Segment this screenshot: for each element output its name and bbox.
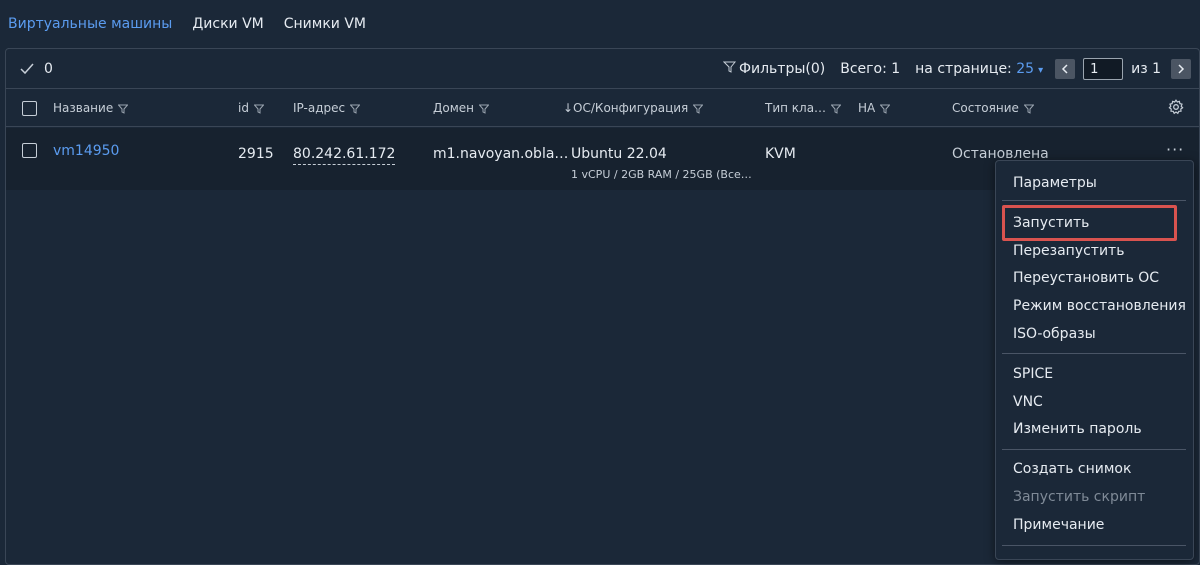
- vm-config: 1 vCPU / 2GB RAM / 25GB (Все…: [571, 168, 752, 181]
- page-number-input[interactable]: [1083, 58, 1124, 80]
- column-state[interactable]: Состояние: [952, 89, 1035, 127]
- vm-type: KVM: [765, 146, 796, 162]
- menu-item-restart[interactable]: Перезапустить: [1013, 243, 1124, 259]
- checkmark-icon: [20, 62, 34, 76]
- menu-item-create-snapshot[interactable]: Создать снимок: [1013, 461, 1131, 477]
- vm-name-link[interactable]: vm14950: [53, 143, 119, 159]
- vm-table-panel: 0 Фильтры(0) Всего: 1 на странице: 25▾ и…: [5, 48, 1200, 565]
- column-os[interactable]: ↓ОС/Конфигурация: [563, 89, 704, 127]
- menu-divider: [1002, 353, 1186, 354]
- per-page-label: на странице:: [915, 61, 1012, 77]
- column-ha[interactable]: НА: [858, 89, 891, 127]
- gear-icon: [1168, 98, 1184, 118]
- filters-button[interactable]: Фильтры(0): [722, 61, 826, 77]
- menu-item-parameters[interactable]: Параметры: [1013, 175, 1097, 191]
- column-type[interactable]: Тип кла…: [765, 89, 842, 127]
- vm-ip-address[interactable]: 80.242.61.172: [293, 146, 396, 165]
- column-name-label: Название: [53, 101, 114, 115]
- menu-item-iso-images[interactable]: ISO-образы: [1013, 326, 1096, 342]
- selection-counter: 0: [6, 61, 53, 77]
- vm-os: Ubuntu 22.04: [571, 146, 667, 162]
- menu-divider: [1002, 545, 1186, 546]
- per-page-selector[interactable]: на странице: 25 ▾: [915, 61, 1043, 77]
- menu-divider: [1002, 200, 1186, 201]
- column-ip[interactable]: IP-адрес: [293, 89, 361, 127]
- filter-icon[interactable]: [478, 103, 490, 114]
- filter-funnel-icon: [722, 61, 737, 77]
- tab-virtual-machines[interactable]: Виртуальные машины: [0, 5, 182, 51]
- filter-icon[interactable]: [253, 103, 265, 114]
- column-type-label: Тип кла…: [765, 101, 827, 115]
- menu-item-reinstall-os[interactable]: Переустановить ОС: [1013, 270, 1159, 286]
- tab-bar: Виртуальные машины Диски VM Снимки VM: [0, 0, 1200, 51]
- page-of-label: из 1: [1131, 61, 1161, 77]
- menu-item-start[interactable]: Запустить: [1013, 215, 1089, 231]
- table-toolbar: 0 Фильтры(0) Всего: 1 на странице: 25▾ и…: [6, 49, 1199, 89]
- select-all-cell: [22, 89, 37, 127]
- vm-domain: m1.navoyan.obla…: [433, 146, 569, 162]
- more-actions-icon[interactable]: ···: [1166, 140, 1184, 159]
- menu-item-recovery-mode[interactable]: Режим восстановления: [1013, 298, 1186, 314]
- vm-id: 2915: [238, 146, 274, 162]
- menu-item-change-password[interactable]: Изменить пароль: [1013, 421, 1142, 437]
- column-id[interactable]: id: [238, 89, 265, 127]
- menu-item-vnc[interactable]: VNC: [1013, 394, 1043, 410]
- column-ha-label: НА: [858, 101, 876, 115]
- tab-vm-snapshots[interactable]: Снимки VM: [274, 5, 376, 43]
- next-page-button[interactable]: [1171, 59, 1191, 79]
- per-page-value: 25: [1016, 61, 1035, 77]
- menu-item-note[interactable]: Примечание: [1013, 517, 1104, 533]
- filter-icon[interactable]: [117, 103, 129, 114]
- selected-count: 0: [44, 60, 53, 77]
- row-actions-menu: Параметры Запустить Перезапустить Переус…: [995, 160, 1194, 560]
- table-settings-button[interactable]: [1168, 89, 1184, 127]
- menu-item-spice[interactable]: SPICE: [1013, 366, 1053, 382]
- column-domain-label: Домен: [433, 101, 474, 115]
- column-os-label: ↓ОС/Конфигурация: [563, 101, 689, 115]
- select-all-checkbox[interactable]: [22, 100, 37, 116]
- filter-icon[interactable]: [830, 103, 842, 114]
- column-id-label: id: [238, 101, 249, 115]
- table-header: Название id IP-адрес Домен ↓ОС/Конфигура…: [6, 89, 1199, 127]
- column-domain[interactable]: Домен: [433, 89, 490, 127]
- row-checkbox[interactable]: [22, 143, 37, 158]
- tab-vm-disks[interactable]: Диски VM: [182, 5, 273, 43]
- column-name[interactable]: Название: [53, 89, 129, 127]
- menu-divider: [1002, 449, 1186, 450]
- filter-icon[interactable]: [692, 103, 704, 114]
- column-state-label: Состояние: [952, 101, 1019, 115]
- menu-item-run-script: Запустить скрипт: [1013, 489, 1146, 505]
- column-ip-label: IP-адрес: [293, 101, 346, 115]
- filter-icon[interactable]: [349, 103, 361, 114]
- filter-icon[interactable]: [879, 103, 891, 114]
- total-count: Всего: 1: [840, 61, 901, 77]
- prev-page-button[interactable]: [1055, 59, 1076, 79]
- filter-icon[interactable]: [1023, 103, 1035, 114]
- filters-label: Фильтры(0): [738, 61, 826, 77]
- chevron-down-icon: ▾: [1038, 65, 1044, 76]
